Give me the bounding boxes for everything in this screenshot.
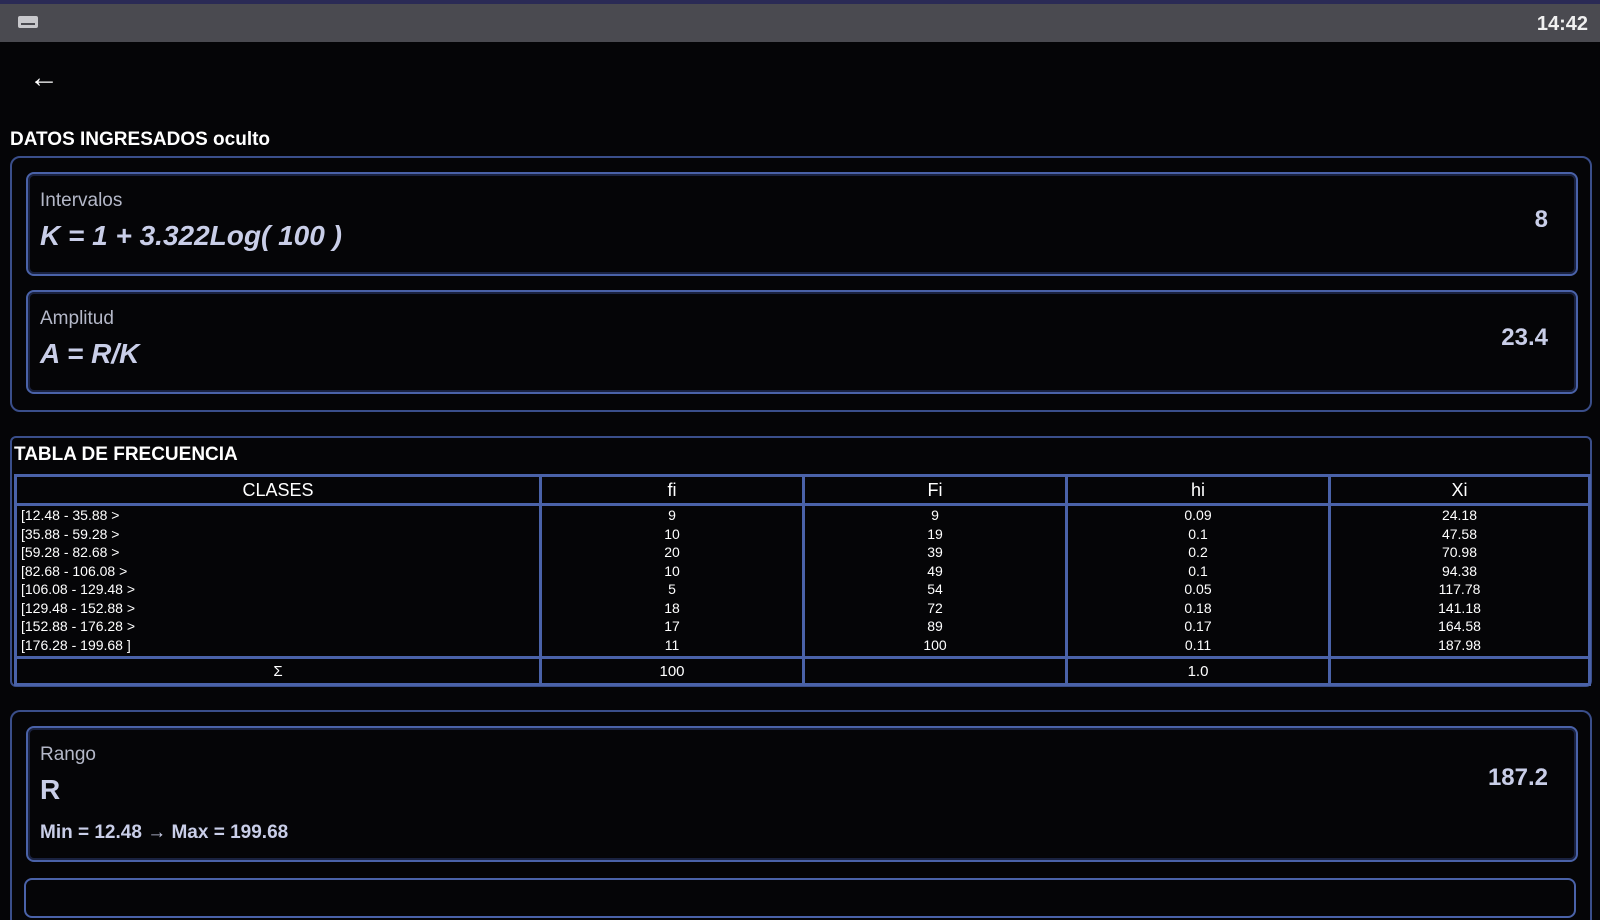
cell-hi: 0.11	[1065, 635, 1331, 658]
cell-hi: 0.1	[1065, 561, 1331, 580]
table-row: [12.48 - 35.88 > 9 9 0.09 24.18	[14, 504, 1591, 525]
cell-fi: 20	[539, 543, 805, 562]
cell-xi: 141.18	[1328, 598, 1591, 617]
datos-group: Intervalos K = 1 + 3.322Log( 100 ) 8 Amp…	[10, 156, 1592, 412]
cell-Fi: 89	[802, 617, 1068, 636]
cell-Fi: 49	[802, 561, 1068, 580]
total-sigma: Σ	[14, 656, 542, 686]
amplitud-card: Amplitud A = R/K 23.4	[26, 290, 1578, 394]
cell-Fi: 39	[802, 543, 1068, 562]
table-row: [82.68 - 106.08 > 10 49 0.1 94.38	[14, 561, 1591, 580]
cell-xi: 24.18	[1328, 504, 1591, 525]
cell-hi: 0.1	[1065, 524, 1331, 543]
cell-Fi: 19	[802, 524, 1068, 543]
frequency-table-title: TABLA DE FRECUENCIA	[14, 444, 238, 465]
cell-clase: [35.88 - 59.28 >	[14, 524, 542, 543]
rango-formula: R	[40, 774, 61, 805]
table-totals-row: Σ 100 1.0	[14, 656, 1591, 686]
amplitud-value: 23.4	[1501, 324, 1548, 351]
rango-card: Rango R Min = 12.48 → Max = 199.68 187.2	[26, 726, 1578, 862]
table-row: [129.48 - 152.88 > 18 72 0.18 141.18	[14, 598, 1591, 617]
frequency-table: CLASES fi Fi hi Xi [12.48 - 35.88 > 9 9 …	[14, 474, 1591, 686]
amplitud-label: Amplitud	[40, 308, 114, 329]
cell-fi: 17	[539, 617, 805, 636]
cell-fi: 10	[539, 561, 805, 580]
total-fi: 100	[539, 656, 805, 686]
total-xi	[1328, 656, 1591, 686]
table-row: [106.08 - 129.48 > 5 54 0.05 117.78	[14, 580, 1591, 599]
status-bar: 14:42	[0, 0, 1600, 42]
cell-xi: 94.38	[1328, 561, 1591, 580]
total-hi: 1.0	[1065, 656, 1331, 686]
cell-clase: [129.48 - 152.88 >	[14, 598, 542, 617]
cell-clase: [82.68 - 106.08 >	[14, 561, 542, 580]
table-row: [176.28 - 199.68 ] 11 100 0.11 187.98	[14, 635, 1591, 658]
intervalos-formula: K = 1 + 3.322Log( 100 )	[40, 220, 342, 251]
intervalos-card: Intervalos K = 1 + 3.322Log( 100 ) 8	[26, 172, 1578, 276]
header-xi: Xi	[1328, 474, 1591, 506]
keyboard-icon	[18, 16, 38, 28]
header-clases: CLASES	[14, 474, 542, 506]
cell-clase: [106.08 - 129.48 >	[14, 580, 542, 599]
cell-xi: 47.58	[1328, 524, 1591, 543]
cell-Fi: 100	[802, 635, 1068, 658]
table-row: [152.88 - 176.28 > 17 89 0.17 164.58	[14, 617, 1591, 636]
cell-hi: 0.09	[1065, 504, 1331, 525]
cell-Fi: 72	[802, 598, 1068, 617]
amplitud-formula: A = R/K	[40, 338, 140, 369]
rango-detail: Min = 12.48 → Max = 199.68	[40, 822, 289, 843]
header-hi: hi	[1065, 474, 1331, 506]
cell-hi: 0.05	[1065, 580, 1331, 599]
cell-xi: 117.78	[1328, 580, 1591, 599]
cell-fi: 10	[539, 524, 805, 543]
rango-value: 187.2	[1487, 764, 1548, 791]
table-row: [35.88 - 59.28 > 10 19 0.1 47.58	[14, 524, 1591, 543]
cell-xi: 70.98	[1328, 543, 1591, 562]
next-card-partial	[24, 878, 1576, 918]
back-arrow-icon[interactable]: ←	[26, 60, 62, 96]
cell-xi: 187.98	[1328, 635, 1591, 658]
status-time: 14:42	[1536, 13, 1588, 35]
cell-fi: 11	[539, 635, 805, 658]
cell-Fi: 9	[802, 504, 1068, 525]
cell-clase: [152.88 - 176.28 >	[14, 617, 542, 636]
cell-hi: 0.18	[1065, 598, 1331, 617]
cell-Fi: 54	[802, 580, 1068, 599]
header-Fi: Fi	[802, 474, 1068, 506]
cell-fi: 18	[539, 598, 805, 617]
intervalos-label: Intervalos	[40, 190, 123, 211]
rango-label: Rango	[40, 744, 96, 765]
intervalos-value: 8	[1534, 206, 1548, 233]
cell-fi: 5	[539, 580, 805, 599]
cell-fi: 9	[539, 504, 805, 525]
cell-clase: [12.48 - 35.88 >	[14, 504, 542, 525]
cell-clase: [176.28 - 199.68 ]	[14, 635, 542, 658]
cell-hi: 0.17	[1065, 617, 1331, 636]
table-header-row: CLASES fi Fi hi Xi	[14, 474, 1591, 506]
section-title-datos[interactable]: DATOS INGRESADOS oculto	[10, 129, 270, 151]
cell-xi: 164.58	[1328, 617, 1591, 636]
header-fi: fi	[539, 474, 805, 506]
cell-clase: [59.28 - 82.68 >	[14, 543, 542, 562]
frequency-table-section: TABLA DE FRECUENCIA CLASES fi Fi hi Xi […	[10, 436, 1592, 687]
total-Fi	[802, 656, 1068, 686]
cell-hi: 0.2	[1065, 543, 1331, 562]
table-row: [59.28 - 82.68 > 20 39 0.2 70.98	[14, 543, 1591, 562]
